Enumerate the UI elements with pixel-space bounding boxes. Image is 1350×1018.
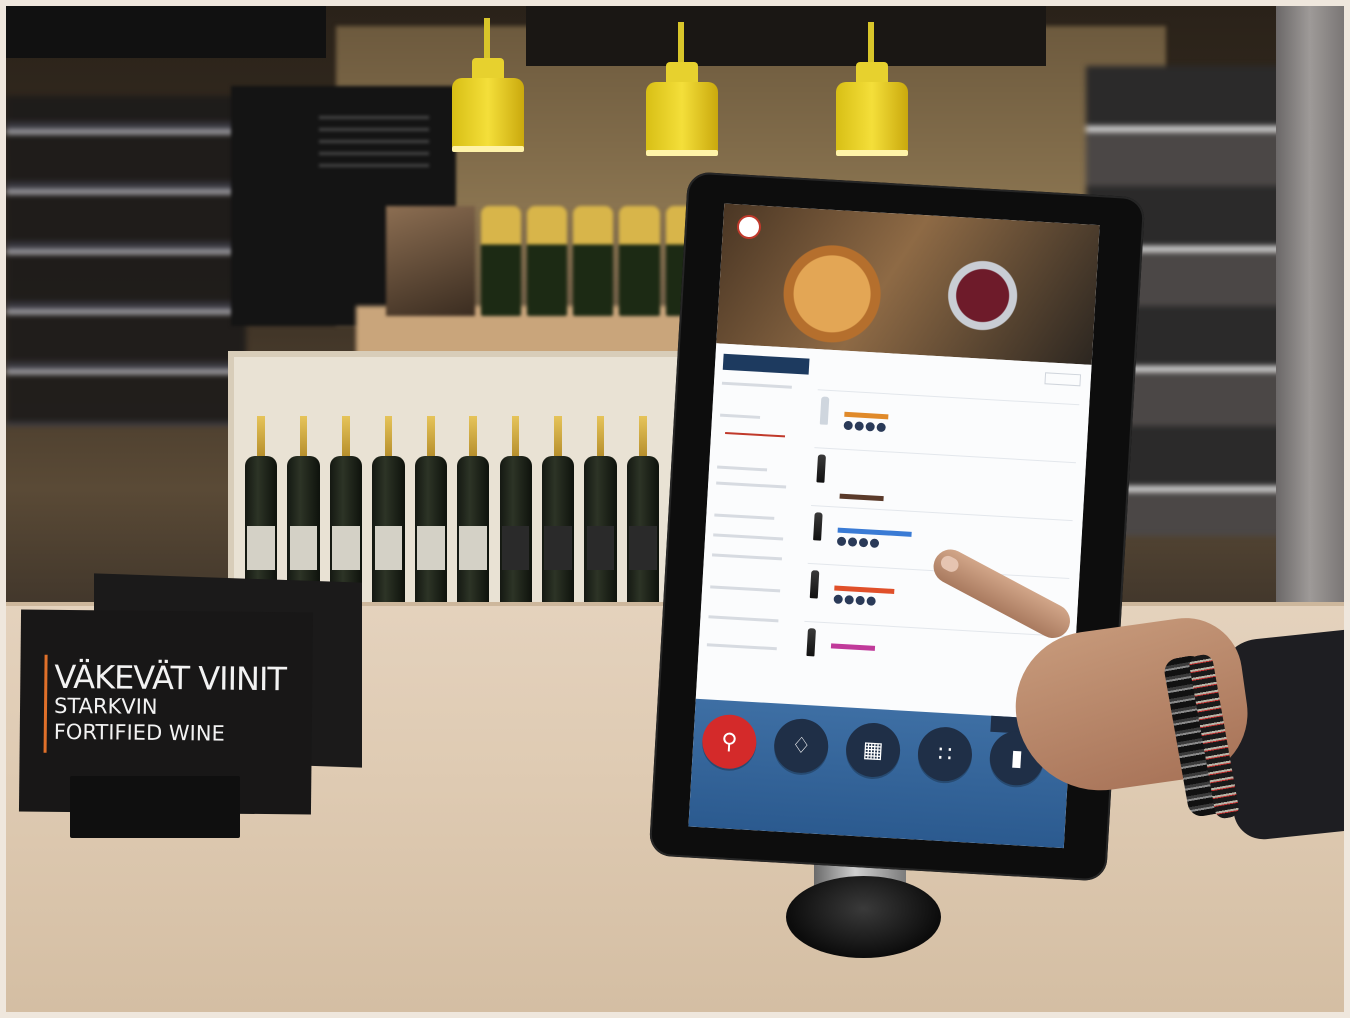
filter-option[interactable]: [711, 553, 783, 561]
grapes-icon: ∷: [916, 725, 974, 783]
store-top-sign: [6, 6, 326, 58]
sign-stand: [70, 776, 240, 838]
search-icon: ⚲: [700, 713, 758, 771]
product-thumb: [819, 396, 830, 425]
product-thumb: [806, 628, 816, 657]
hero-image: [716, 203, 1100, 365]
sign-line-1: VÄKEVÄT VIINIT: [54, 657, 287, 699]
product-badge: [834, 585, 895, 594]
pendant-lamp-icon: [836, 22, 908, 156]
filter-option[interactable]: [706, 643, 777, 651]
grid-icon: ▦: [844, 721, 902, 779]
filter-input[interactable]: [721, 381, 792, 389]
filter-label: [717, 465, 768, 472]
left-shelf: [6, 96, 246, 426]
product-badge: [830, 643, 876, 651]
sign-line-3: FORTIFIED WINE: [53, 719, 225, 746]
filter-sidebar: [705, 353, 812, 689]
product-thumb: [816, 454, 827, 483]
taste-icons: [836, 536, 880, 548]
taste-icons: [843, 420, 886, 433]
product-badge: [837, 527, 912, 537]
filter-option[interactable]: [713, 533, 784, 541]
dock-search-button[interactable]: ⚲: [695, 713, 762, 779]
pendant-lamp-icon: [452, 18, 524, 152]
dock-grapes-button[interactable]: ∷: [911, 725, 978, 791]
sign-line-2: STARKVIN: [53, 693, 158, 719]
kiosk-dock: ⚲ ♢ ▦ ∷ ▮: [688, 698, 1072, 849]
store-logo-icon[interactable]: [736, 214, 762, 240]
filter-option[interactable]: [716, 481, 787, 489]
filter-option[interactable]: [708, 615, 779, 623]
deer-icon: ♢: [772, 717, 830, 775]
product-badge: [844, 411, 889, 420]
price-slider[interactable]: [725, 431, 786, 438]
filter-option[interactable]: [710, 585, 781, 593]
filter-button[interactable]: [722, 353, 810, 375]
sign-accent-bar: [43, 654, 48, 753]
champagne-bottles: [242, 416, 662, 606]
dock-pairing-button[interactable]: ♢: [767, 717, 834, 783]
taste-icons: [833, 594, 876, 606]
product-thumb: [813, 512, 823, 541]
pillar: [1276, 6, 1344, 646]
filter-label: [714, 513, 775, 520]
pendant-lamp-icon: [646, 22, 718, 156]
sort-select[interactable]: [1044, 372, 1082, 387]
upper-display: [386, 206, 707, 316]
product-badge: [839, 493, 884, 502]
filter-label: [720, 413, 761, 419]
ceiling-sign: [526, 6, 1046, 66]
dock-categories-button[interactable]: ▦: [839, 721, 906, 787]
product-thumb: [809, 570, 820, 599]
kiosk-base: [786, 876, 941, 958]
photo-frame: VÄKEVÄT VIINIT STARKVIN FORTIFIED WINE ⚲…: [6, 6, 1344, 1012]
